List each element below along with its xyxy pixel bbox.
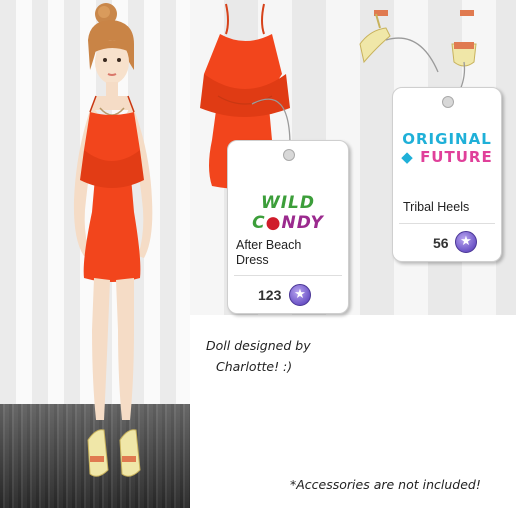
doll-figure bbox=[73, 3, 153, 477]
dress-price-tag[interactable]: WILD C●NDY After Beach Dress 123 ★ bbox=[227, 140, 349, 314]
accessories-footnote: *Accessories are not included! bbox=[290, 477, 481, 492]
heels-price-tag[interactable]: ORIGINAL ◆ FUTURE Tribal Heels 56 ★ bbox=[392, 87, 502, 262]
tag-divider bbox=[399, 223, 495, 224]
tag-divider bbox=[234, 275, 342, 276]
star-coin-icon: ★ bbox=[455, 231, 477, 253]
heels-price: 56 bbox=[433, 235, 449, 251]
dress-name: After Beach Dress bbox=[236, 238, 302, 267]
doll-preview-panel bbox=[0, 0, 190, 508]
designer-credit: Doll designed by Charlotte! :) bbox=[206, 338, 311, 374]
tag-hole bbox=[283, 149, 295, 161]
dress-price: 123 bbox=[258, 287, 282, 303]
original-future-brand-logo: ORIGINAL ◆ FUTURE bbox=[401, 130, 493, 166]
heels-name: Tribal Heels bbox=[403, 200, 470, 214]
tag-hole bbox=[442, 96, 454, 108]
wild-candy-brand-logo: WILD C●NDY bbox=[252, 193, 324, 233]
diamond-icon: ◆ bbox=[401, 148, 414, 166]
star-coin-icon: ★ bbox=[289, 284, 311, 306]
cherry-icon: ● bbox=[265, 213, 282, 233]
